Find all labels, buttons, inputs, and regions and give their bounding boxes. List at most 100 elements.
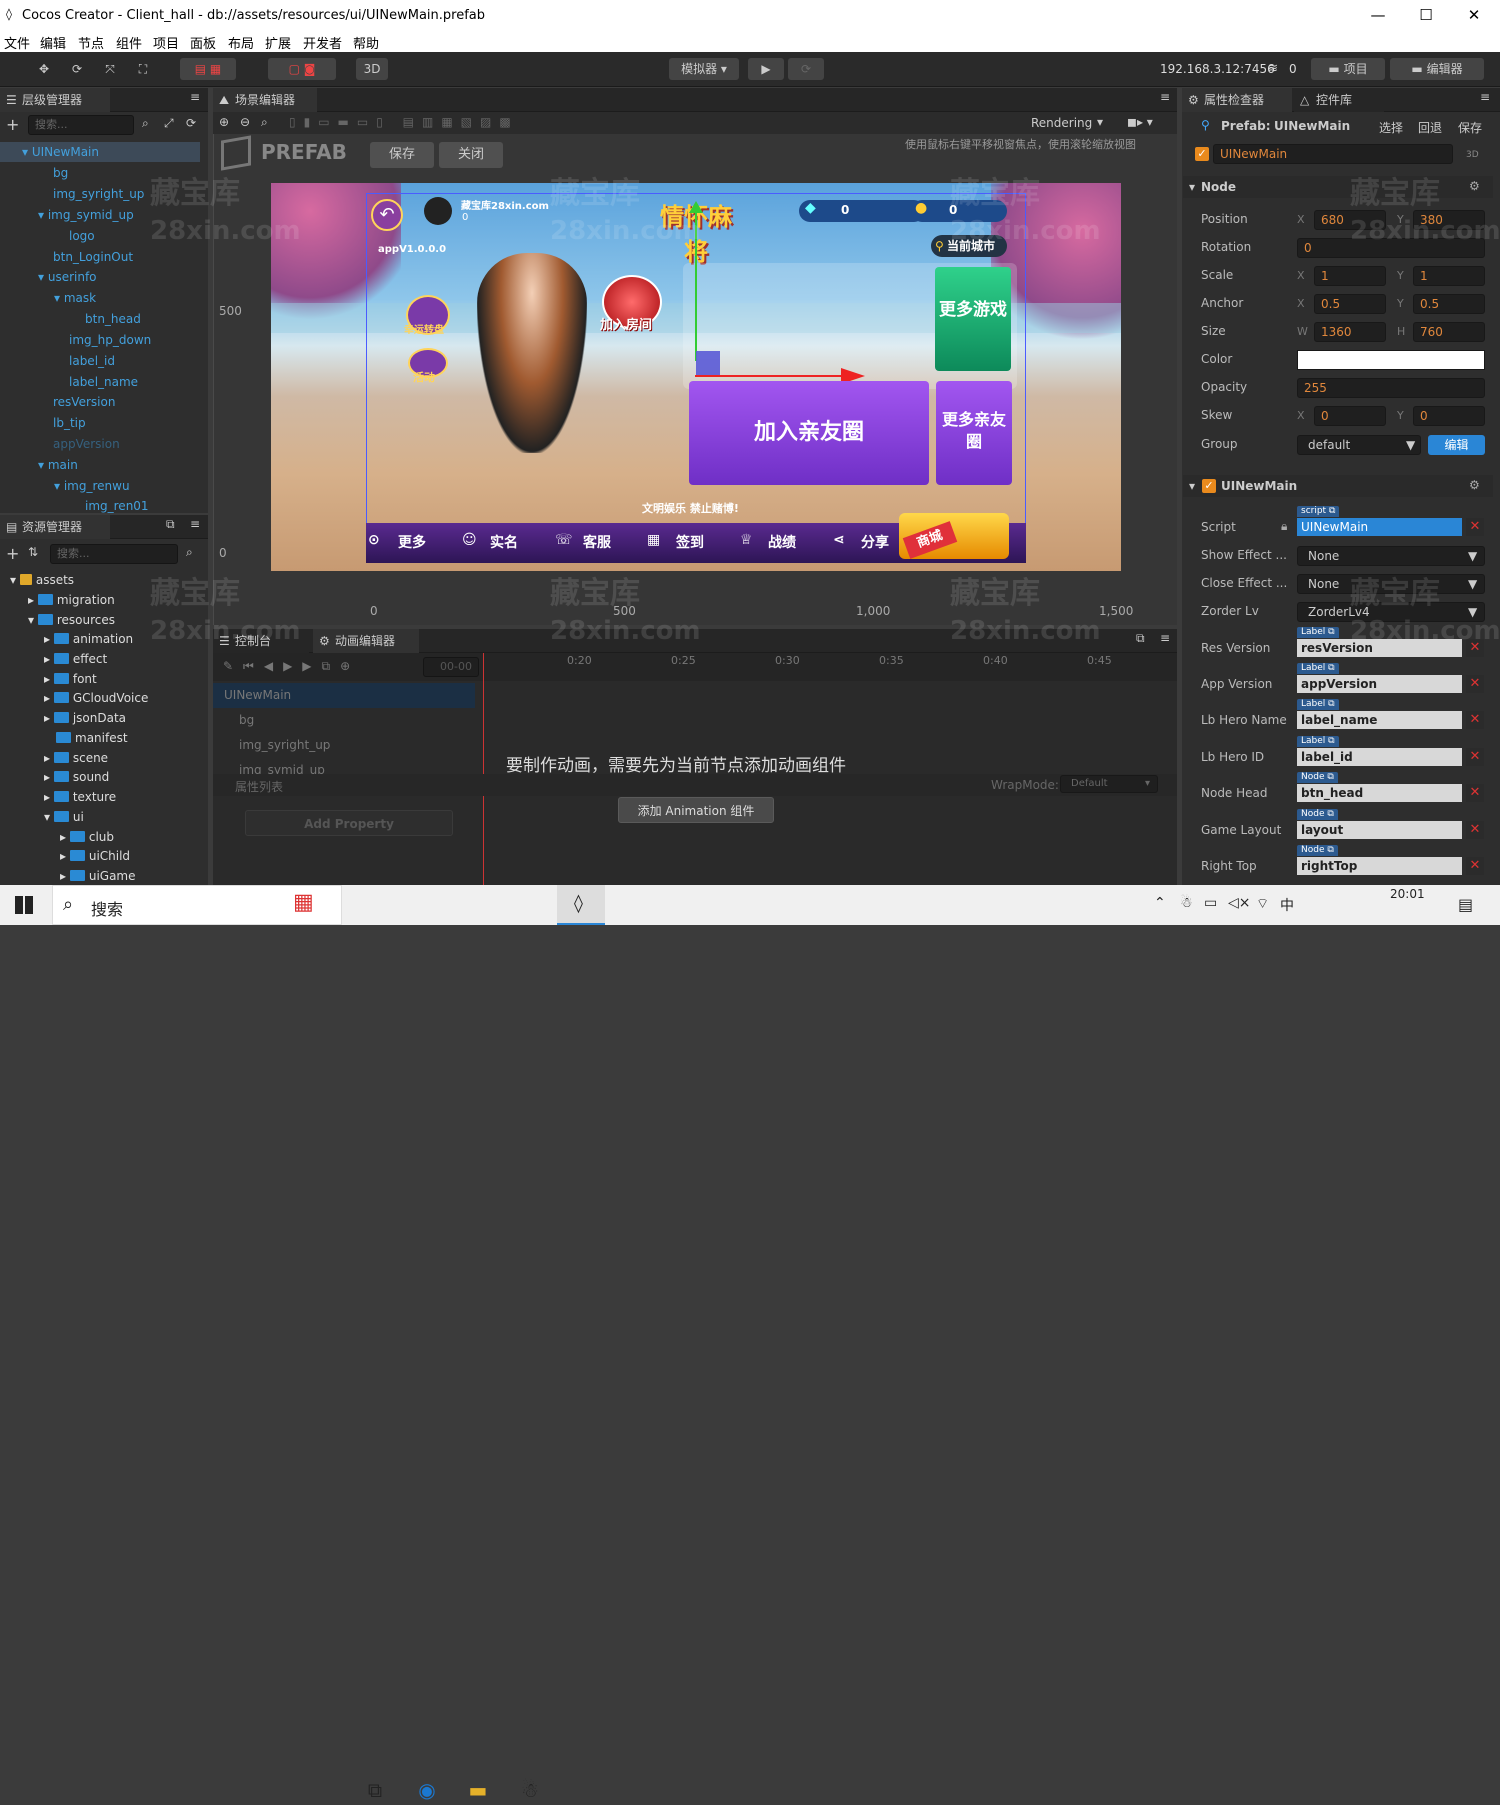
wrapmode-select[interactable]: Default ▾ [1060,775,1158,793]
ref-field[interactable]: label_name [1297,711,1462,729]
close-icon[interactable]: ✕ [1454,6,1494,24]
add-node-icon[interactable]: + [6,115,19,134]
anchor-x-input[interactable]: 0.5 [1314,294,1386,314]
popout-icon[interactable]: ⧉ [1136,631,1145,646]
menu-more[interactable]: 更多 [398,532,426,552]
rotate-tool-icon[interactable]: ⟳ [63,58,91,80]
opacity-input[interactable]: 255 [1297,378,1485,398]
asset-folder[interactable]: ▾ assets [10,573,74,587]
asset-folder[interactable]: ▸ effect [44,652,107,666]
size-h-input[interactable]: 760 [1413,322,1485,342]
play-button[interactable]: ▶ [748,58,784,80]
skew-y-input[interactable]: 0 [1413,406,1485,426]
scale-tool-icon[interactable]: ⤧ [96,58,124,80]
component-enabled-checkbox[interactable]: ✓ [1202,479,1216,493]
asset-folder[interactable]: ▾ ui [44,810,84,824]
ref-field[interactable]: appVersion [1297,675,1462,693]
tree-node[interactable]: img_ren01 [85,499,149,513]
avatar[interactable] [424,197,452,225]
search-icon[interactable]: ⌕ [186,545,193,560]
edge-browser-icon[interactable]: ◉ [412,1775,442,1805]
menu-file[interactable]: 文件 [4,33,30,52]
clear-icon[interactable]: ✕ [1466,857,1484,875]
anim-node[interactable]: UINewMain [224,688,291,702]
refresh-icon[interactable]: ⟳ [186,116,196,130]
coordinate-toggle[interactable]: ▢ ◙ [268,58,336,80]
asset-folder[interactable]: ▸ uiChild [60,849,130,863]
join-club-button[interactable]: 加入亲友圈 [689,381,929,485]
asset-folder[interactable]: ▸ scene [44,751,108,765]
zoom-in-icon[interactable]: ⊕ [219,115,229,129]
more-club-button[interactable]: 更多亲友圈 [936,381,1012,485]
script-ref-field[interactable]: UINewMain [1297,518,1462,536]
tree-node[interactable]: bg [53,166,68,180]
minimize-icon[interactable]: — [1358,6,1398,24]
node-active-checkbox[interactable]: ✓ [1195,147,1209,161]
asset-folder[interactable]: ▸ uiGame [60,869,136,883]
add-asset-icon[interactable]: + [6,544,19,563]
tray-chevron-icon[interactable]: ⌃ [1154,895,1166,911]
volume-icon[interactable]: ◁× [1228,895,1251,911]
anim-node[interactable]: bg [239,713,254,727]
tree-node[interactable]: img_hp_down [69,333,151,347]
add-property-button[interactable]: Add Property [245,810,453,836]
panel-menu-icon[interactable]: ≡ [190,90,200,104]
skew-x-input[interactable]: 0 [1314,406,1386,426]
file-explorer-icon[interactable]: ▬ [463,1775,493,1805]
clear-icon[interactable]: ✕ [1466,518,1484,536]
menu-layout[interactable]: 布局 [228,33,254,52]
menu-panel[interactable]: 面板 [190,33,216,52]
camera-icon[interactable]: ◼▸ ▾ [1127,115,1153,129]
prefab-select-button[interactable]: 选择 [1379,119,1403,136]
ref-field[interactable]: label_id [1297,748,1462,766]
refresh-button[interactable]: ⟳ [788,58,824,80]
3d-toggle-button[interactable]: 3D [356,58,388,80]
rendering-select[interactable]: Rendering [1031,116,1092,130]
menu-record[interactable]: 战绩 [768,532,796,552]
search-icon[interactable]: ⌕ [142,116,149,131]
gizmo-center[interactable] [696,351,720,375]
component-section-header[interactable]: ▾ ✓ UINewMain ⚙ [1183,475,1493,497]
menu-project[interactable]: 项目 [153,33,179,52]
popout-icon[interactable]: ⧉ [166,517,175,532]
chevron-down-icon[interactable]: ▾ [1097,115,1103,129]
align-tools-icon[interactable]: ▯▮▭▬▭▯ ▤▥▦▧▨▩ [289,115,519,129]
show-effect-select[interactable]: None ▼ [1297,546,1485,566]
more-games-button[interactable]: 更多游戏 [935,267,1011,371]
clear-icon[interactable]: ✕ [1466,675,1484,693]
tab-inspector[interactable]: ⚙ 属性检查器 [1182,88,1292,112]
group-select[interactable]: default ▼ [1297,435,1421,455]
time-input[interactable]: 00-00 [423,657,479,677]
asset-folder[interactable]: ▸ migration [28,593,115,607]
tab-scene[interactable]: ⛰ 场景编辑器 [213,88,317,112]
prefab-save-button[interactable]: 保存 [1458,119,1482,136]
taskbar-search-box[interactable]: ⌕ 搜索 ▦ [52,885,342,925]
anchor-y-input[interactable]: 0.5 [1413,294,1485,314]
zoom-out-icon[interactable]: ⊖ [240,115,250,129]
menu-service[interactable]: 客服 [583,532,611,552]
tree-node[interactable]: appVersion [53,437,120,451]
tree-node[interactable]: ▾ img_symid_up [38,208,134,222]
task-view-icon[interactable]: ⧉ [360,1775,390,1805]
asset-folder[interactable]: ▸ GCloudVoice [44,691,148,705]
network-icon[interactable]: ⌔ [1256,895,1269,913]
tab-animation[interactable]: ⚙ 动画编辑器 [313,629,419,653]
asset-folder[interactable]: ▸ sound [44,770,109,784]
tree-node[interactable]: ▾ mask [54,291,96,305]
ref-field[interactable]: rightTop [1297,857,1462,875]
tree-node[interactable]: ▾ main [38,458,78,472]
tree-node[interactable]: img_syright_up [53,187,144,201]
menu-edit[interactable]: 编辑 [40,33,66,52]
node-name-input[interactable]: UINewMain [1213,144,1453,164]
open-editor-button[interactable]: ▬ 编辑器 [1390,58,1484,80]
prefab-revert-button[interactable]: 回退 [1418,119,1442,136]
clear-icon[interactable]: ✕ [1466,711,1484,729]
qq-icon[interactable]: ☃ [515,1775,545,1805]
asset-folder[interactable]: ▾ resources [28,613,115,627]
battery-icon[interactable]: ▭ [1204,895,1217,911]
tree-node[interactable]: resVersion [53,395,115,409]
menu-realname[interactable]: 实名 [490,532,518,552]
color-picker[interactable] [1297,350,1485,370]
asset-folder[interactable]: ▸ animation [44,632,133,646]
asset-folder[interactable]: ▸ font [44,672,97,686]
